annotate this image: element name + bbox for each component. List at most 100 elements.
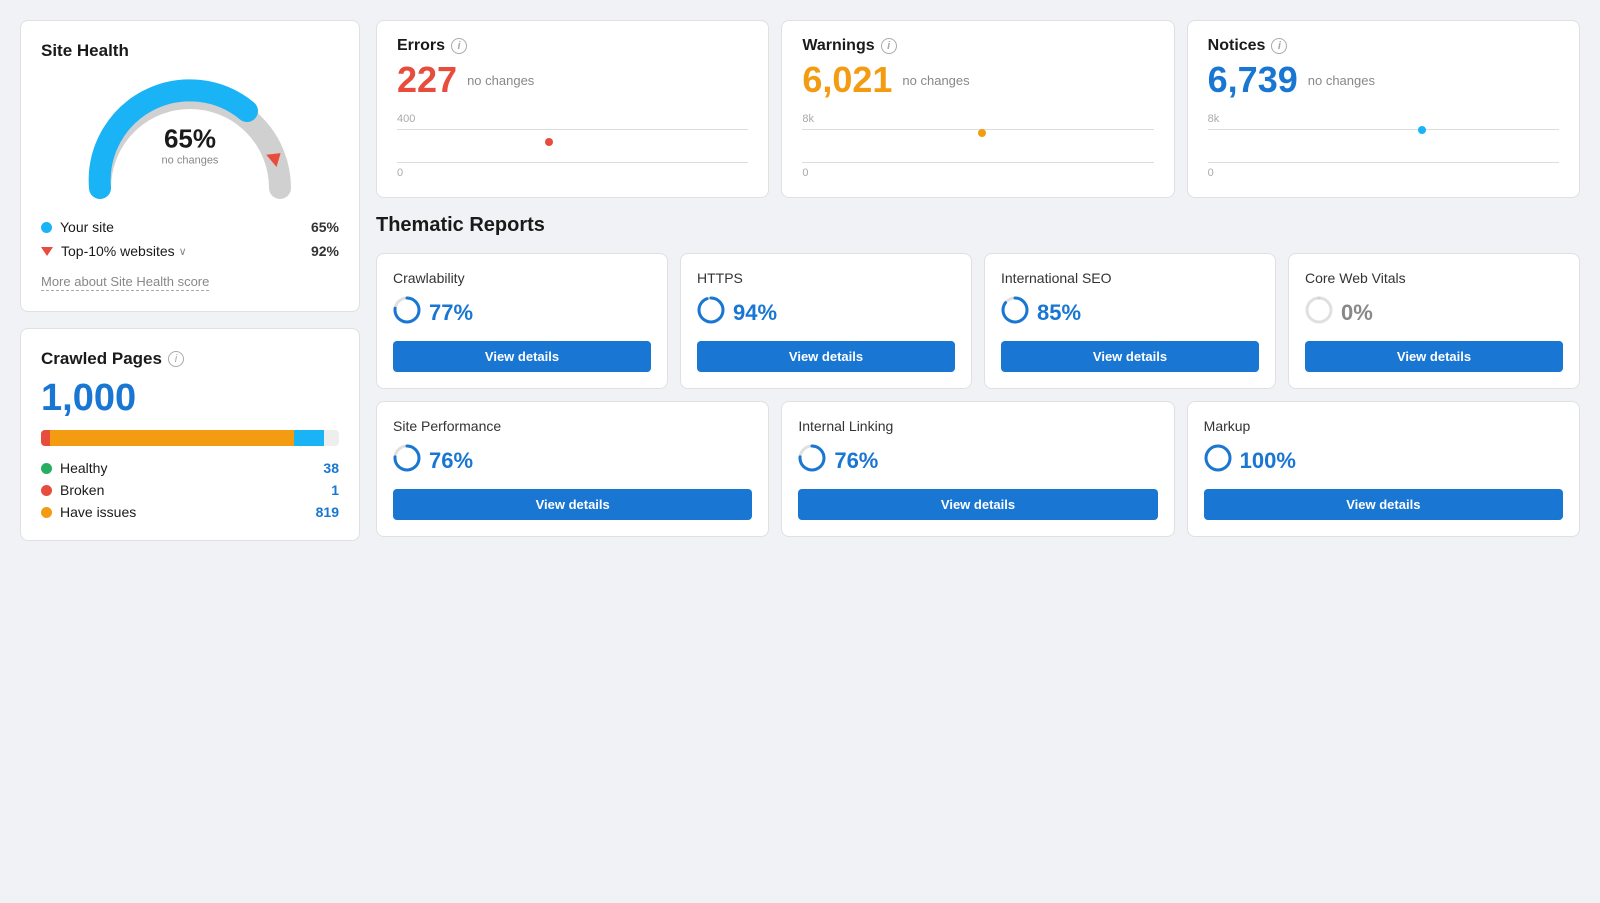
site-health-title: Site Health bbox=[41, 41, 339, 61]
report-score-row-2: 85% bbox=[1001, 296, 1259, 329]
errors-info-icon[interactable]: i bbox=[451, 38, 467, 54]
crawled-number: 1,000 bbox=[41, 377, 339, 420]
site-legend: Your site 65% Top-10% websites ∨ 92% bbox=[41, 219, 339, 259]
metrics-row: Errors i 227 no changes 400 0 W bbox=[376, 20, 1580, 198]
top-sites-val: 92% bbox=[311, 243, 339, 259]
warnings-chart-bottom-label: 0 bbox=[802, 167, 808, 179]
report-name-6: Markup bbox=[1204, 418, 1563, 434]
warnings-title: Warnings bbox=[802, 37, 874, 55]
report-score-row-6: 100% bbox=[1204, 444, 1563, 477]
issues-row: Have issues 819 bbox=[41, 504, 339, 520]
report-name-2: International SEO bbox=[1001, 270, 1259, 286]
notices-info-icon[interactable]: i bbox=[1271, 38, 1287, 54]
errors-title: Errors bbox=[397, 37, 445, 55]
warnings-card: Warnings i 6,021 no changes 8k 0 bbox=[781, 20, 1174, 198]
issues-dot bbox=[41, 507, 52, 518]
notices-title: Notices bbox=[1208, 37, 1266, 55]
gauge-center-text: 65% no changes bbox=[162, 123, 219, 166]
healthy-bar bbox=[294, 430, 324, 446]
report-score-0: 77% bbox=[429, 300, 473, 326]
report-score-row-3: 0% bbox=[1305, 296, 1563, 329]
dashboard: Site Health 65% no changes bbox=[20, 20, 1580, 541]
notices-number-row: 6,739 no changes bbox=[1208, 59, 1559, 101]
crawl-legend: Healthy 38 Broken 1 Have issues bbox=[41, 460, 339, 520]
reports-top-grid: Crawlability 77% View details HTTPS 94% … bbox=[376, 253, 1580, 389]
view-details-btn-1[interactable]: View details bbox=[697, 341, 955, 372]
broken-bar bbox=[41, 430, 50, 446]
your-site-row: Your site 65% bbox=[41, 219, 339, 235]
notices-number: 6,739 bbox=[1208, 59, 1298, 101]
errors-number: 227 bbox=[397, 59, 457, 101]
report-circle-icon-0 bbox=[393, 296, 421, 329]
view-details-btn-4[interactable]: View details bbox=[393, 489, 752, 520]
top-sites-arrow-icon bbox=[41, 247, 53, 256]
thematic-reports-title: Thematic Reports bbox=[376, 214, 1580, 237]
crawled-pages-info-icon[interactable]: i bbox=[168, 351, 184, 367]
view-details-btn-2[interactable]: View details bbox=[1001, 341, 1259, 372]
issues-label: Have issues bbox=[60, 504, 136, 520]
errors-header: Errors i bbox=[397, 37, 748, 55]
warnings-number: 6,021 bbox=[802, 59, 892, 101]
view-details-btn-5[interactable]: View details bbox=[798, 489, 1157, 520]
thematic-reports-section: Thematic Reports Crawlability 77% View d… bbox=[376, 214, 1580, 537]
errors-chart-top-label: 400 bbox=[397, 113, 415, 125]
right-column: Errors i 227 no changes 400 0 W bbox=[376, 20, 1580, 541]
top-sites-chevron-icon: ∨ bbox=[179, 245, 187, 258]
report-card-0: Crawlability 77% View details bbox=[376, 253, 668, 389]
errors-card: Errors i 227 no changes 400 0 bbox=[376, 20, 769, 198]
report-card-1: HTTPS 94% View details bbox=[680, 253, 972, 389]
warnings-no-changes: no changes bbox=[902, 73, 969, 88]
top-sites-label: Top-10% websites bbox=[61, 243, 175, 259]
broken-val: 1 bbox=[331, 482, 339, 498]
view-details-btn-3[interactable]: View details bbox=[1305, 341, 1563, 372]
your-site-val: 65% bbox=[311, 219, 339, 235]
notices-no-changes: no changes bbox=[1308, 73, 1375, 88]
broken-label: Broken bbox=[60, 482, 104, 498]
healthy-label: Healthy bbox=[60, 460, 107, 476]
gauge-sub: no changes bbox=[162, 154, 219, 166]
your-site-label: Your site bbox=[60, 219, 114, 235]
warnings-number-row: 6,021 no changes bbox=[802, 59, 1153, 101]
report-score-5: 76% bbox=[834, 448, 878, 474]
progress-bar bbox=[41, 430, 339, 446]
healthy-val: 38 bbox=[323, 460, 339, 476]
report-circle-icon-3 bbox=[1305, 296, 1333, 329]
report-card-2: International SEO 85% View details bbox=[984, 253, 1276, 389]
warnings-chart: 8k 0 bbox=[802, 111, 1153, 181]
notices-chart: 8k 0 bbox=[1208, 111, 1559, 181]
gauge-percent: 65% bbox=[162, 123, 219, 154]
issues-bar bbox=[50, 430, 294, 446]
report-circle-icon-5 bbox=[798, 444, 826, 477]
errors-chart-bottom-line bbox=[397, 162, 748, 163]
report-name-4: Site Performance bbox=[393, 418, 752, 434]
report-score-row-4: 76% bbox=[393, 444, 752, 477]
report-score-3: 0% bbox=[1341, 300, 1373, 326]
view-details-btn-0[interactable]: View details bbox=[393, 341, 651, 372]
report-card-4: Site Performance 76% View details bbox=[376, 401, 769, 537]
notices-chart-bottom-label: 0 bbox=[1208, 167, 1214, 179]
report-card-3: Core Web Vitals 0% View details bbox=[1288, 253, 1580, 389]
broken-dot bbox=[41, 485, 52, 496]
crawled-pages-title: Crawled Pages bbox=[41, 349, 162, 369]
notices-chart-top-label: 8k bbox=[1208, 113, 1220, 125]
warnings-info-icon[interactable]: i bbox=[881, 38, 897, 54]
report-circle-icon-6 bbox=[1204, 444, 1232, 477]
errors-chart-dot bbox=[545, 138, 553, 146]
report-score-row-5: 76% bbox=[798, 444, 1157, 477]
reports-bottom-grid: Site Performance 76% View details Intern… bbox=[376, 401, 1580, 537]
notices-header: Notices i bbox=[1208, 37, 1559, 55]
errors-no-changes: no changes bbox=[467, 73, 534, 88]
more-about-score-link[interactable]: More about Site Health score bbox=[41, 274, 209, 291]
report-score-row-0: 77% bbox=[393, 296, 651, 329]
report-score-row-1: 94% bbox=[697, 296, 955, 329]
warnings-header: Warnings i bbox=[802, 37, 1153, 55]
notices-chart-bottom-line bbox=[1208, 162, 1559, 163]
warnings-chart-dot bbox=[978, 129, 986, 137]
site-health-card: Site Health 65% no changes bbox=[20, 20, 360, 312]
errors-chart-bottom-label: 0 bbox=[397, 167, 403, 179]
report-name-1: HTTPS bbox=[697, 270, 955, 286]
errors-number-row: 227 no changes bbox=[397, 59, 748, 101]
report-card-6: Markup 100% View details bbox=[1187, 401, 1580, 537]
view-details-btn-6[interactable]: View details bbox=[1204, 489, 1563, 520]
top-sites-row: Top-10% websites ∨ 92% bbox=[41, 243, 339, 259]
